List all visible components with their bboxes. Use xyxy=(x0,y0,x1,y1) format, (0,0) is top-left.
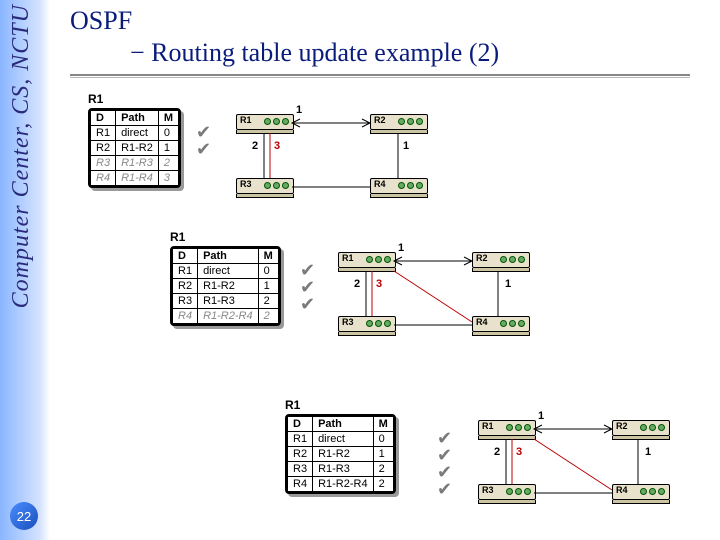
check-icon: ✔ xyxy=(437,479,452,500)
table-row: R1direct0 xyxy=(173,264,279,279)
edge-weight: 2 xyxy=(494,446,500,458)
table-header: D xyxy=(288,417,313,432)
title-rule xyxy=(70,74,690,76)
router-r2: R2 xyxy=(612,420,668,438)
table3: DPathMR1direct0R2R1-R21R3R1-R32R4R1-R2-R… xyxy=(287,416,394,492)
routing-table-2: R1 DPathMR1direct0R2R1-R21R3R1-R32R4R1-R… xyxy=(170,230,281,331)
routing-table-1: R1 DPathMR1direct0R2R1-R21R3R1-R32R4R1-R… xyxy=(88,92,181,193)
table-row: R1direct0 xyxy=(91,126,179,141)
edge-weight: 2 xyxy=(252,140,258,152)
table-header: D xyxy=(91,111,116,126)
slide-title: OSPF xyxy=(70,6,132,36)
router-r2: R2 xyxy=(370,114,426,132)
table-header: D xyxy=(173,249,198,264)
table1-caption: R1 xyxy=(88,92,181,106)
table-row: R2R1-R21 xyxy=(173,279,279,294)
table-row: R2R1-R21 xyxy=(91,141,179,156)
table-row: R3R1-R32 xyxy=(91,156,179,171)
check-icon: ✔ xyxy=(300,294,315,315)
table-row: R1direct0 xyxy=(288,432,394,447)
page-number-badge: 22 xyxy=(10,502,38,530)
router-r3: R3 xyxy=(338,316,394,334)
edge-weight: 3 xyxy=(274,140,280,152)
table-header: Path xyxy=(116,111,159,126)
table-row: R4R1-R2-R42 xyxy=(288,477,394,492)
edge-weight: 1 xyxy=(398,242,404,254)
edge-weight: 3 xyxy=(516,446,522,458)
router-r4: R4 xyxy=(370,178,426,196)
edge-weight: 1 xyxy=(645,446,651,458)
table-row: R2R1-R21 xyxy=(288,447,394,462)
table-row: R4R1-R43 xyxy=(91,171,179,186)
edge-weight: 2 xyxy=(354,278,360,290)
table-header: M xyxy=(373,417,393,432)
table2: DPathMR1direct0R2R1-R21R3R1-R32R4R1-R2-R… xyxy=(172,248,279,324)
router-r2: R2 xyxy=(472,252,528,270)
router-r1: R1 xyxy=(478,420,534,438)
router-r1: R1 xyxy=(338,252,394,270)
table1: DPathMR1direct0R2R1-R21R3R1-R32R4R1-R43 xyxy=(90,110,179,186)
table-row: R3R1-R32 xyxy=(173,294,279,309)
edge-weight: 1 xyxy=(296,104,302,116)
routing-table-3: R1 DPathMR1direct0R2R1-R21R3R1-R32R4R1-R… xyxy=(285,398,396,499)
router-r1: R1 xyxy=(236,114,292,132)
title-rule-shadow xyxy=(70,77,690,78)
edge-weight: 1 xyxy=(403,140,409,152)
table3-caption: R1 xyxy=(285,398,396,412)
table-header: M xyxy=(258,249,278,264)
table-header: Path xyxy=(198,249,259,264)
table-header: M xyxy=(158,111,178,126)
router-r4: R4 xyxy=(612,484,668,502)
table-header: Path xyxy=(313,417,374,432)
sidebar-org-text: Computer Center, CS, NCTU xyxy=(8,4,35,308)
router-r3: R3 xyxy=(236,178,292,196)
table-row: R4R1-R2-R42 xyxy=(173,309,279,324)
router-r4: R4 xyxy=(472,316,528,334)
edge-weight: 3 xyxy=(376,278,382,290)
edge-weight: 1 xyxy=(538,410,544,422)
sidebar: Computer Center, CS, NCTU xyxy=(0,0,50,540)
router-r3: R3 xyxy=(478,484,534,502)
slide-subtitle: − Routing table update example (2) xyxy=(130,38,499,68)
table2-caption: R1 xyxy=(170,230,281,244)
check-icon: ✔ xyxy=(196,139,211,160)
table-row: R3R1-R32 xyxy=(288,462,394,477)
edge-weight: 1 xyxy=(505,278,511,290)
